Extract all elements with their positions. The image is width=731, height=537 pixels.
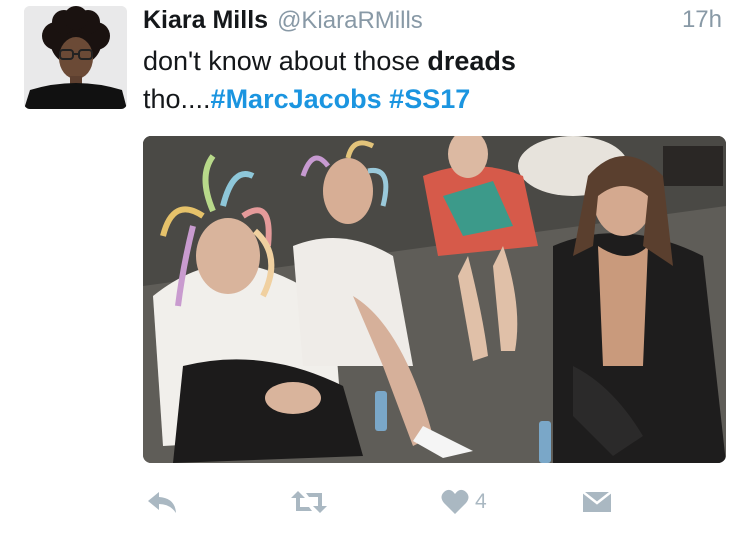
retweet-icon	[291, 491, 327, 513]
author-handle[interactable]: @KiaraRMills	[277, 7, 423, 35]
direct-message-button[interactable]	[582, 480, 612, 524]
tweet-actions: 4	[0, 480, 731, 524]
retweet-button[interactable]	[290, 480, 328, 524]
like-count: 4	[475, 490, 487, 513]
tweet-text-part: tho....	[143, 84, 211, 114]
hashtag-link[interactable]: #MarcJacobs	[211, 84, 382, 114]
tweet-timestamp[interactable]: 17h	[682, 6, 722, 34]
reply-icon	[148, 492, 176, 513]
tweet-text-part: don't know about those	[143, 46, 428, 76]
reply-button[interactable]	[146, 480, 178, 524]
direct-message-icon	[582, 491, 612, 512]
author-name[interactable]: Kiara Mills	[143, 6, 268, 35]
tweet-text-bold: dreads	[427, 46, 516, 76]
hashtag-link[interactable]: #SS17	[389, 84, 470, 114]
like-button[interactable]: 4	[441, 480, 487, 524]
author-avatar[interactable]	[24, 6, 127, 109]
like-icon	[441, 489, 469, 514]
tweet-header: Kiara Mills @KiaraRMills 17h	[143, 6, 725, 36]
tweet-photo[interactable]	[143, 136, 726, 463]
tweet-text: don't know about those dreads tho....#Ma…	[143, 42, 663, 118]
